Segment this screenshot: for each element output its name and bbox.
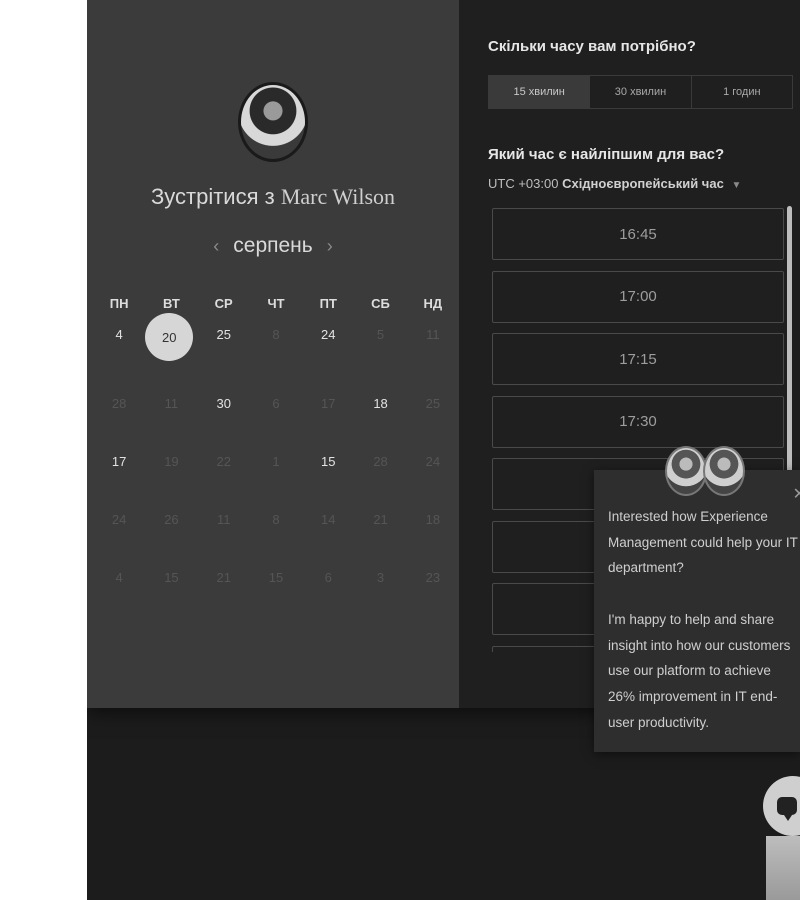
month-label: серпень (233, 234, 313, 257)
caret-down-icon: ▼ (731, 180, 742, 191)
calendar-week: 17 19 22 1 15 28 24 (93, 454, 459, 512)
scheduler-app: Зустрітися з Marc Wilson ‹ серпень › ПН … (87, 0, 800, 900)
time-slot-button[interactable]: 16:45 (492, 208, 784, 260)
weekday-fri: ПТ (319, 296, 337, 311)
calendar-day: 4 (115, 570, 123, 585)
host-calendar-panel: Зустрітися з Marc Wilson ‹ серпень › ПН … (87, 0, 459, 708)
time-slot-button[interactable]: 17:15 (492, 333, 784, 385)
calendar-day: 11 (426, 327, 440, 342)
chat-popup: ✕ Interested how Experience Management c… (594, 470, 800, 752)
chat-launcher-button[interactable] (763, 776, 800, 836)
time-slot-button[interactable]: 17:00 (492, 270, 784, 323)
duration-question: Скільки часу вам потрібно? (488, 38, 696, 55)
calendar-day: 11 (164, 396, 179, 411)
duration-1hour-button[interactable]: 1 годин (692, 76, 792, 108)
time-slot-scrollbar[interactable] (787, 206, 792, 506)
calendar-day: 14 (321, 512, 336, 527)
calendar-day: 24 (425, 454, 441, 469)
chat-message-intro: Interested how Experience Management cou… (608, 509, 798, 576)
calendar-day[interactable]: 25 (198, 327, 250, 354)
calendar-day: 5 (376, 327, 385, 342)
weekday-sat: СБ (371, 296, 390, 311)
calendar-day: 15 (164, 570, 179, 585)
weekday-mon: ПН (109, 296, 129, 311)
calendar-day: 17 (321, 396, 336, 411)
calendar-week: 4 15 21 15 6 3 23 (93, 570, 459, 628)
chat-message: Interested how Experience Management cou… (608, 504, 800, 735)
timezone-offset: UTC +03:00 (488, 176, 559, 191)
calendar-day[interactable]: 24 (302, 327, 354, 354)
weekday-wed: СР (214, 296, 233, 311)
selected-day-circle[interactable]: 20 (145, 313, 194, 361)
weekday-thu: ЧТ (267, 296, 285, 311)
host-name: Marc Wilson (280, 184, 396, 209)
weekday-header: ПН ВТ СР ЧТ ПТ СБ НД (93, 296, 459, 311)
calendar-day: 3 (376, 570, 385, 585)
calendar-day: 15 (268, 570, 284, 585)
calendar-day: 6 (324, 570, 332, 585)
timezone-name: Східноєвропейський час (562, 176, 724, 191)
launcher-shadow (766, 836, 800, 900)
calendar-day[interactable]: 18 (354, 396, 406, 454)
calendar-day: 8 (272, 512, 280, 527)
calendar-day: 26 (164, 512, 179, 527)
calendar-week: 24 26 11 8 14 21 18 (93, 512, 459, 570)
time-slot-button[interactable]: 17:30 (492, 395, 784, 448)
chat-bubble-icon (777, 797, 797, 821)
calendar-day: 1 (272, 454, 280, 469)
chat-message-body: I'm happy to help and share insight into… (608, 611, 791, 730)
calendar-day[interactable]: 17 (93, 454, 145, 512)
agent-avatar (703, 446, 745, 496)
meeting-title-prefix: Зустрітися з (150, 184, 275, 209)
calendar-day: 21 (216, 570, 231, 585)
calendar-day[interactable]: 4 (93, 327, 145, 354)
calendar-grid: ПН ВТ СР ЧТ ПТ СБ НД 4 20 25 8 24 5 11 2… (93, 296, 459, 628)
calendar-day: 23 (425, 570, 441, 585)
calendar-day: 22 (216, 454, 231, 469)
calendar-week: 4 20 25 8 24 5 11 (93, 310, 459, 361)
meeting-title: Зустрітися з Marc Wilson (87, 184, 459, 210)
calendar-day: 21 (373, 512, 388, 527)
month-navigation: ‹ серпень › (87, 234, 459, 258)
calendar-day: 24 (111, 512, 127, 527)
calendar-day: 28 (111, 396, 127, 411)
weekday-tue: ВТ (163, 296, 180, 311)
calendar-day: 28 (373, 454, 388, 469)
calendar-week: 28 11 30 6 17 18 25 (93, 354, 459, 454)
calendar-day: 19 (164, 454, 179, 469)
duration-15min-button[interactable]: 15 хвилин (489, 76, 591, 108)
duration-selector: 15 хвилин 30 хвилин 1 годин (488, 75, 793, 109)
chevron-right-icon[interactable]: › (327, 236, 333, 257)
host-avatar (238, 82, 308, 162)
calendar-day-selected[interactable]: 20 (145, 313, 197, 361)
time-question: Який час є найліпшим для вас? (488, 146, 725, 163)
calendar-day: 6 (272, 396, 280, 411)
calendar-day: 25 (425, 396, 441, 411)
calendar-day: 8 (272, 327, 280, 342)
duration-30min-button[interactable]: 30 хвилин (590, 76, 692, 108)
calendar-day: 18 (425, 512, 441, 527)
chevron-left-icon[interactable]: ‹ (213, 236, 219, 257)
calendar-day: 11 (216, 512, 231, 527)
calendar-day[interactable]: 15 (302, 454, 354, 512)
weekday-sun: НД (423, 296, 443, 311)
timezone-selector[interactable]: UTC +03:00 Східноєвропейський час ▼ (488, 176, 741, 191)
agent-avatar (665, 446, 707, 496)
calendar-day[interactable]: 30 (198, 396, 250, 454)
close-icon[interactable]: ✕ (793, 484, 800, 504)
